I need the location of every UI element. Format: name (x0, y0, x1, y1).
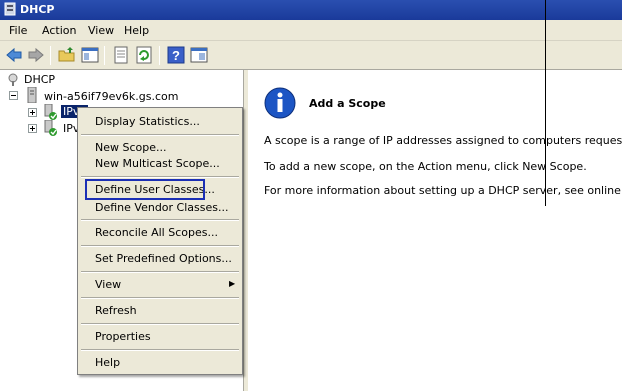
refresh-icon[interactable] (135, 46, 153, 64)
ipv6-node-icon (44, 120, 57, 136)
dhcp-app-icon (4, 2, 16, 16)
menu-item-new-multicast-scope[interactable]: New Multicast Scope... (95, 157, 220, 170)
menu-separator (81, 245, 239, 247)
tree-node-server[interactable]: win-a56if79ev6k.gs.com (44, 90, 179, 103)
expand-toggle-ipv4[interactable] (28, 108, 37, 117)
menu-item-display-statistics[interactable]: Display Statistics... (95, 115, 200, 128)
toolbar: ? (0, 42, 622, 70)
back-icon[interactable] (5, 46, 23, 64)
more-info-text: For more information about setting up a … (264, 184, 622, 197)
menu-item-view[interactable]: View (95, 278, 121, 291)
dhcp-root-icon (8, 73, 18, 86)
results-pane: Add a Scope A scope is a range of IP add… (248, 70, 622, 391)
menu-separator (81, 271, 239, 273)
ipv4-node-icon (44, 104, 57, 120)
submenu-arrow-icon: ▶ (229, 279, 236, 288)
title-bar: DHCP (0, 0, 622, 20)
menu-separator (81, 323, 239, 325)
menu-item-new-scope[interactable]: New Scope... (95, 141, 167, 154)
help-icon[interactable]: ? (167, 46, 185, 64)
menu-separator (81, 297, 239, 299)
show-hide-tree-icon[interactable] (81, 46, 99, 64)
svg-text:?: ? (172, 48, 180, 63)
menu-help[interactable]: Help (124, 24, 149, 37)
context-menu: Display Statistics... New Scope... New M… (77, 107, 243, 375)
toolbar-separator (50, 46, 51, 65)
toolbar-separator (159, 46, 160, 65)
menu-separator (81, 219, 239, 221)
menu-separator (81, 349, 239, 351)
scope-description: A scope is a range of IP addresses assig… (264, 134, 622, 147)
menu-action[interactable]: Action (42, 24, 76, 37)
add-scope-title: Add a Scope (309, 97, 386, 110)
menu-item-set-predefined-options[interactable]: Set Predefined Options... (95, 252, 232, 265)
menu-view[interactable]: View (88, 24, 114, 37)
forward-icon[interactable] (27, 46, 45, 64)
menu-item-refresh[interactable]: Refresh (95, 304, 137, 317)
window-title: DHCP (20, 3, 55, 16)
up-folder-icon[interactable] (58, 46, 76, 64)
toolbar-separator (104, 46, 105, 65)
menu-file[interactable]: File (9, 24, 27, 37)
menu-separator (81, 134, 239, 136)
vertical-guide-line (545, 0, 546, 206)
tree-node-dhcp[interactable]: DHCP (24, 73, 55, 86)
menu-item-help[interactable]: Help (95, 356, 120, 369)
highlight-box-define-user-classes (85, 179, 205, 200)
menu-bar: File Action View Help (0, 20, 622, 41)
export-list-icon[interactable] (112, 46, 130, 64)
menu-item-reconcile-all-scopes[interactable]: Reconcile All Scopes... (95, 226, 218, 239)
menu-item-define-vendor-classes[interactable]: Define Vendor Classes... (95, 201, 228, 214)
collapse-toggle-server[interactable] (9, 91, 18, 100)
menu-item-properties[interactable]: Properties (95, 330, 151, 343)
properties-icon[interactable] (190, 46, 208, 64)
server-icon (27, 87, 37, 103)
expand-toggle-ipv6[interactable] (28, 124, 37, 133)
add-scope-instruction: To add a new scope, on the Action menu, … (264, 160, 587, 173)
menu-separator (81, 176, 239, 178)
info-icon (264, 87, 296, 119)
